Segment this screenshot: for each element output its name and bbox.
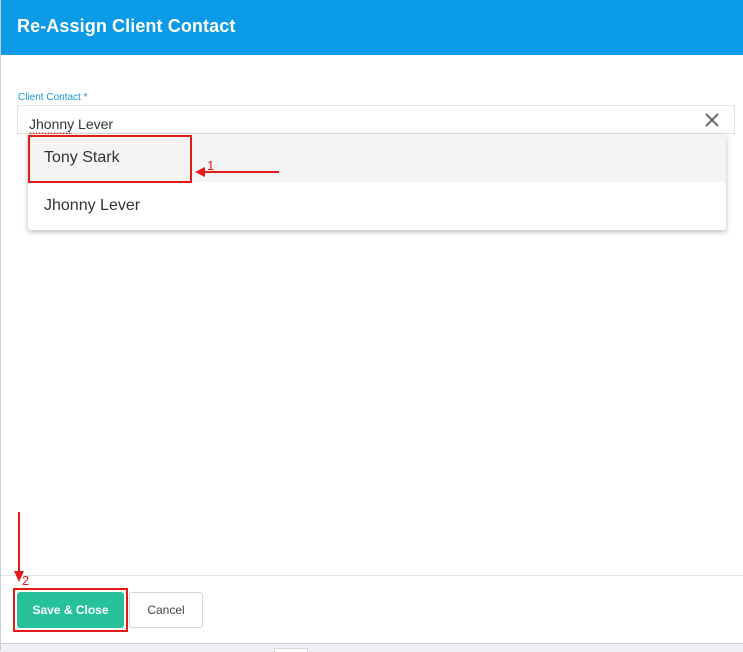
reassign-dialog: Re-Assign Client Contact Client Contact … — [0, 0, 743, 652]
cancel-button[interactable]: Cancel — [129, 592, 203, 628]
option-label: Jhonny Lever — [44, 197, 141, 214]
client-contact-label: Client Contact * — [18, 92, 88, 103]
client-contact-value[interactable]: Jhonny Lever — [29, 116, 113, 132]
close-icon[interactable] — [702, 110, 722, 130]
bottom-tab — [274, 648, 308, 652]
annotation-number-1: 1 — [207, 158, 215, 173]
dialog-title: Re-Assign Client Contact — [17, 16, 236, 36]
client-contact-field[interactable]: Jhonny Lever — [17, 105, 735, 135]
contact-dropdown: Tony Stark Jhonny Lever — [28, 134, 726, 230]
annotation-arrows — [14, 167, 279, 582]
footer-divider — [1, 575, 743, 576]
dropdown-option-tony-stark[interactable]: Tony Stark — [28, 134, 726, 182]
annotation-number-2: 2 — [22, 573, 30, 588]
save-close-button[interactable]: Save & Close — [17, 592, 124, 628]
option-label: Tony Stark — [44, 149, 120, 166]
dialog-header: Re-Assign Client Contact — [1, 0, 743, 55]
dropdown-option-jhonny-lever[interactable]: Jhonny Lever — [28, 182, 726, 230]
